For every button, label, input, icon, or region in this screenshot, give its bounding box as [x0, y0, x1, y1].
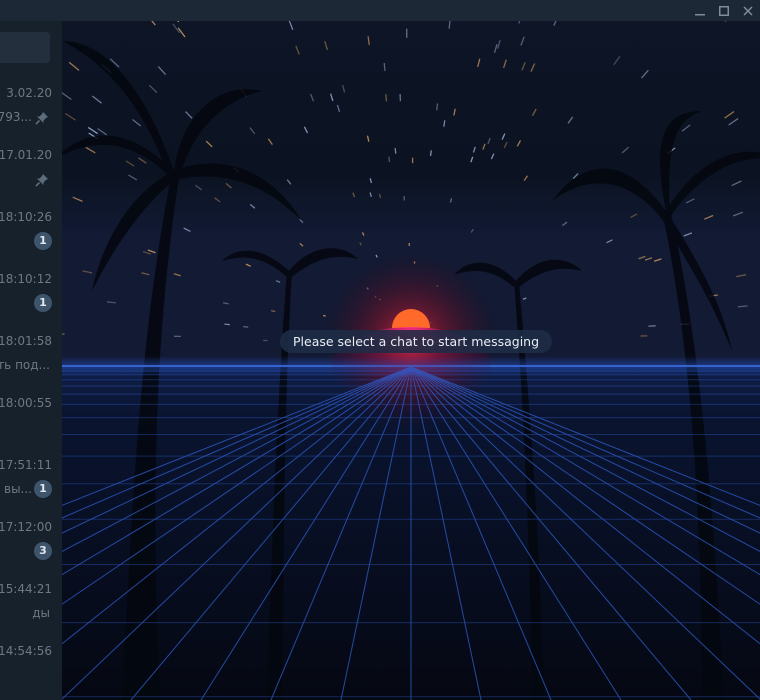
chat-time: 18:10:12 [0, 272, 52, 286]
unread-badge: 3 [34, 542, 52, 560]
chat-list-item[interactable]: 15:44:21 ды [0, 582, 62, 644]
chat-list-item[interactable]: 14:54:56 [0, 644, 62, 700]
chat-time: 17:51:11 [0, 458, 52, 472]
maximize-icon[interactable] [712, 0, 736, 21]
chat-list-item[interactable]: 17:51:11 вы... 1 [0, 458, 62, 520]
chat-list-item[interactable]: 18:10:26 1 [0, 210, 62, 272]
chat-preview: 793... [0, 110, 32, 124]
select-chat-notice: Please select a chat to start messaging [280, 330, 553, 353]
chat-list-sidebar: 3.02.20 793... 17.01.20 18:10:26 1 18:10:12 1 1… [0, 21, 62, 700]
title-bar [0, 0, 760, 21]
chat-time: 18:10:26 [0, 210, 52, 224]
chat-time: 18:01:58 [0, 334, 52, 348]
close-icon[interactable] [736, 0, 760, 21]
chat-time: 18:00:55 [0, 396, 52, 410]
chat-preview: ть под... [0, 358, 50, 372]
chat-list-item[interactable]: 17:12:00 3 [0, 520, 62, 582]
chat-time: 17:12:00 [0, 520, 52, 534]
chat-list-item[interactable]: 18:10:12 1 [0, 272, 62, 334]
chat-time: 17.01.20 [0, 148, 52, 162]
pin-icon [35, 112, 48, 125]
chat-list-item[interactable]: 18:01:58 ть под... [0, 334, 62, 396]
chat-time: 15:44:21 [0, 582, 52, 596]
search-input[interactable] [0, 32, 50, 63]
unread-badge: 1 [34, 232, 52, 250]
unread-badge: 1 [34, 294, 52, 312]
chat-list-item[interactable]: 18:00:55 [0, 396, 62, 458]
synthwave-wallpaper [62, 21, 760, 700]
chat-list-item[interactable]: 3.02.20 793... [0, 86, 62, 148]
chat-preview: вы... [4, 482, 32, 496]
chat-preview: ды [32, 606, 50, 620]
chat-list-item[interactable]: 17.01.20 [0, 148, 62, 210]
chat-time: 3.02.20 [6, 86, 52, 100]
pin-icon [35, 174, 48, 187]
unread-badge: 1 [34, 480, 52, 498]
chat-background: Please select a chat to start messaging [62, 21, 760, 700]
chat-time: 14:54:56 [0, 644, 52, 658]
minimize-icon[interactable] [688, 0, 712, 21]
